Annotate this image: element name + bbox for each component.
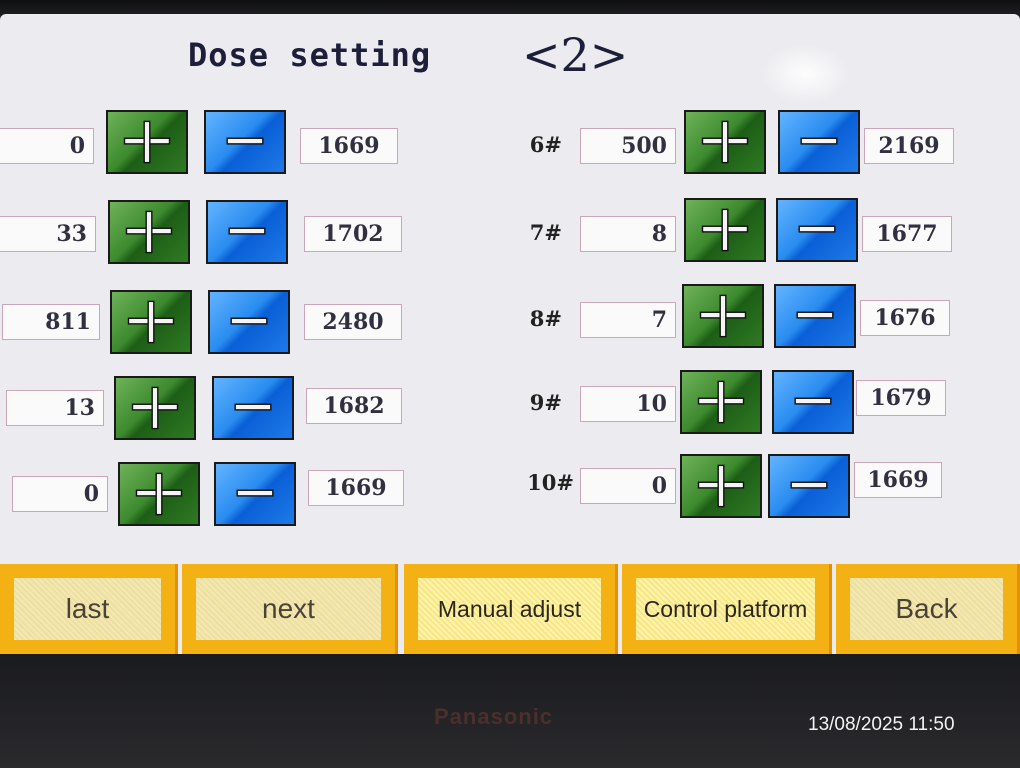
plus-icon: [697, 380, 745, 424]
plus-icon: [701, 208, 749, 252]
device-bezel-bottom: Panasonic 13/08/2025 11:50: [0, 654, 1020, 768]
increment-button[interactable]: [680, 370, 762, 434]
increment-button[interactable]: [106, 110, 188, 174]
minus-icon: [234, 403, 272, 411]
photo-timestamp: 13/08/2025 11:50: [808, 714, 955, 735]
minus-icon: [790, 481, 828, 489]
minus-icon: [800, 137, 838, 145]
plus-icon: [131, 386, 179, 430]
total-value-display: 1679: [856, 380, 946, 416]
minus-icon: [230, 317, 268, 325]
light-glare: [760, 44, 850, 104]
back-button-label: Back: [850, 578, 1003, 640]
increment-button[interactable]: [114, 376, 196, 440]
dose-value-field[interactable]: 8: [580, 216, 676, 252]
decrement-button[interactable]: [774, 284, 856, 348]
decrement-button[interactable]: [212, 376, 294, 440]
back-button[interactable]: Back: [836, 564, 1020, 654]
increment-button[interactable]: [108, 200, 190, 264]
next-button[interactable]: next: [182, 564, 398, 654]
decrement-button[interactable]: [772, 370, 854, 434]
plus-icon: [697, 464, 745, 508]
last-button[interactable]: last: [0, 564, 178, 654]
minus-icon: [236, 489, 274, 497]
dose-value-field[interactable]: 500: [580, 128, 676, 164]
total-value-display: 2480: [304, 304, 402, 340]
dose-value-field[interactable]: 33: [0, 216, 96, 252]
total-value-display: 2169: [864, 128, 954, 164]
dose-value-field[interactable]: 10: [580, 386, 676, 422]
channel-label: 10#: [527, 470, 574, 495]
last-button-label: last: [14, 578, 161, 640]
dose-value-field[interactable]: 0: [580, 468, 676, 504]
total-value-display: 1682: [306, 388, 402, 424]
channel-label: 8#: [529, 306, 562, 331]
total-value-display: 1677: [862, 216, 952, 252]
plus-icon: [123, 120, 171, 164]
decrement-button[interactable]: [776, 198, 858, 262]
channel-label: 7#: [529, 220, 562, 245]
total-value-display: 1702: [304, 216, 402, 252]
decrement-button[interactable]: [768, 454, 850, 518]
dose-value-field[interactable]: 13: [6, 390, 104, 426]
total-value-display: 1669: [308, 470, 404, 506]
manual-adjust-button[interactable]: Manual adjust: [404, 564, 618, 654]
plus-icon: [125, 210, 173, 254]
bottom-navigation-bar: last next Manual adjust Control platform…: [0, 564, 1020, 654]
page-indicator: <2>: [522, 28, 629, 82]
channel-label: 6#: [529, 132, 562, 157]
dose-value-field[interactable]: 7: [580, 302, 676, 338]
dose-value-field[interactable]: 0: [0, 128, 94, 164]
plus-icon: [699, 294, 747, 338]
decrement-button[interactable]: [208, 290, 290, 354]
page-title: Dose setting: [188, 36, 432, 74]
decrement-button[interactable]: [206, 200, 288, 264]
decrement-button[interactable]: [778, 110, 860, 174]
increment-button[interactable]: [110, 290, 192, 354]
decrement-button[interactable]: [204, 110, 286, 174]
minus-icon: [226, 137, 264, 145]
dose-value-field[interactable]: 0: [12, 476, 108, 512]
minus-icon: [228, 227, 266, 235]
increment-button[interactable]: [684, 110, 766, 174]
brand-logo: Panasonic: [434, 704, 554, 729]
hmi-screen: Dose setting <2> 0 1669 33 1702 811 2480: [0, 14, 1020, 654]
next-button-label: next: [196, 578, 381, 640]
dose-value-field[interactable]: 811: [2, 304, 100, 340]
increment-button[interactable]: [118, 462, 200, 526]
increment-button[interactable]: [682, 284, 764, 348]
minus-icon: [794, 397, 832, 405]
plus-icon: [135, 472, 183, 516]
minus-icon: [798, 225, 836, 233]
plus-icon: [127, 300, 175, 344]
manual-adjust-button-label: Manual adjust: [418, 578, 601, 640]
control-platform-button[interactable]: Control platform: [622, 564, 832, 654]
increment-button[interactable]: [684, 198, 766, 262]
total-value-display: 1669: [854, 462, 942, 498]
plus-icon: [701, 120, 749, 164]
channel-label: 9#: [529, 390, 562, 415]
decrement-button[interactable]: [214, 462, 296, 526]
increment-button[interactable]: [680, 454, 762, 518]
control-platform-button-label: Control platform: [636, 578, 815, 640]
total-value-display: 1676: [860, 300, 950, 336]
total-value-display: 1669: [300, 128, 398, 164]
minus-icon: [796, 311, 834, 319]
